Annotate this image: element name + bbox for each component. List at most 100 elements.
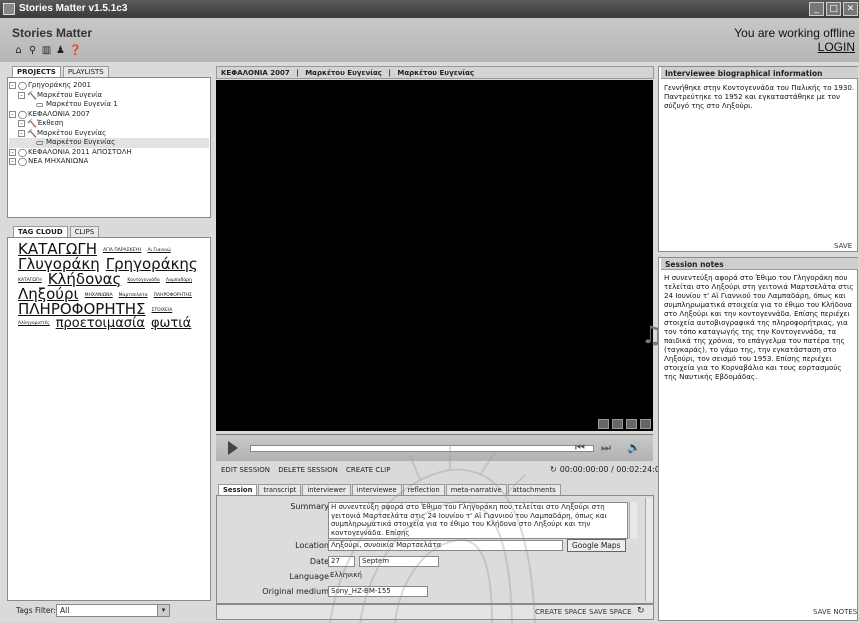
- tag-link[interactable]: ΚΑΤΑΓΩΓΗ: [18, 279, 42, 284]
- rewind-icon[interactable]: ⏮: [572, 440, 588, 455]
- bio-text[interactable]: Γεννήθηκε στην Κοντογεννάδα του Παλικής …: [664, 83, 856, 110]
- project-icon: ◯: [18, 147, 27, 157]
- breadcrumb-interviewee[interactable]: Μαρκέτου Ευγενίας: [305, 69, 382, 77]
- form-scrollbar[interactable]: [645, 498, 653, 601]
- breadcrumb-project[interactable]: ΚΕΦΑΛΟΝΙΑ 2007: [221, 69, 290, 77]
- create-space-button[interactable]: CREATE SPACE: [535, 608, 587, 616]
- tag-cloud: ΚΑΤΑΓΩΓΗ ΑΓΙΑ ΠΑΡΑΣΚΕΥΗ Αι ΓιαννιώΓλυγοράκ…: [18, 242, 208, 331]
- expand-toggle-icon[interactable]: -: [18, 91, 25, 99]
- video-player[interactable]: ♫: [216, 80, 663, 431]
- expand-toggle-icon[interactable]: -: [18, 129, 25, 137]
- search-icon[interactable]: ⚲: [27, 45, 38, 56]
- close-button[interactable]: ✕: [843, 2, 858, 16]
- offline-status: You are working offline: [734, 26, 855, 40]
- timecode-text: 00:00:00:00 / 00:02:24:00: [559, 465, 666, 474]
- expand-toggle-icon[interactable]: -: [9, 158, 16, 165]
- breadcrumb-separator: |: [388, 69, 391, 77]
- tree-item[interactable]: - ◯ ΚΕΦΑΛΟΝΙΑ 2011 ΑΠΟΣΤΟΛΗ: [9, 148, 209, 158]
- app-header: Stories Matter ⌂ ⚲ ▥ ♟ ❓ You are working…: [0, 18, 859, 62]
- fast-forward-icon[interactable]: ⏭: [598, 440, 614, 455]
- tree-item[interactable]: - ◯ ΚΕΦΑΛΟΝΙΑ 2007: [9, 110, 209, 120]
- tag-link[interactable]: Αλληγοριστές: [18, 322, 50, 327]
- play-icon[interactable]: [228, 441, 238, 455]
- user-icon[interactable]: ♟: [55, 45, 66, 56]
- tag-link[interactable]: Αι Γιαννιώ: [147, 249, 170, 254]
- tag-link[interactable]: ΜΗΧΑΝΙΩΝΑ: [85, 294, 113, 299]
- session-icon: ▭: [36, 138, 44, 147]
- save-space-button[interactable]: SAVE SPACE: [589, 608, 632, 616]
- tree-item[interactable]: ▭ Μαρκέτου Ευγενίας: [9, 138, 209, 148]
- expand-toggle-icon[interactable]: -: [9, 148, 16, 156]
- home-icon[interactable]: ⌂: [13, 45, 24, 56]
- tag-link[interactable]: Κοντογεννάδα: [127, 279, 160, 284]
- project-tree: - ◯ Γρηγοράκης 2001- 🔨 Μαρκέτου Ευγενία ▭ Μαρκ…: [9, 81, 209, 167]
- chevron-down-icon[interactable]: ▾: [157, 605, 169, 616]
- summary-scrollbar[interactable]: [629, 502, 637, 539]
- breadcrumb-separator: |: [296, 69, 299, 77]
- notes-heading: Session notes: [661, 258, 858, 270]
- app-title: Stories Matter: [12, 26, 93, 40]
- clock-icon: ↻: [550, 465, 557, 474]
- window-title: Stories Matter v1.5.1c3: [19, 3, 128, 14]
- tree-item-label: Μαρκέτου Ευγενία: [37, 90, 103, 99]
- tag-filter-select[interactable]: All: [56, 604, 170, 617]
- project-icon: ◯: [18, 157, 27, 166]
- tag-link[interactable]: ΑΓΙΑ ΠΑΡΑΣΚΕΥΗ: [103, 249, 141, 254]
- minimize-button[interactable]: _: [809, 2, 824, 16]
- notes-text[interactable]: Η συνεντεύξη αφορά στο Έθιμο του Γληγορά…: [664, 273, 856, 381]
- tree-item-label: ΚΕΦΑΛΟΝΙΑ 2007: [28, 109, 90, 118]
- bio-heading: Interviewee biographical information: [661, 67, 858, 79]
- tree-item[interactable]: - 🔨 Μαρκέτου Ευγενία: [9, 91, 209, 101]
- tag-link[interactable]: Μαρτσελάτα: [119, 294, 148, 299]
- save-notes-button[interactable]: SAVE NOTES: [813, 608, 857, 616]
- next-icon[interactable]: [640, 419, 651, 429]
- tag-filter-label: Tags Filter:: [16, 606, 56, 615]
- tag-link[interactable]: Λαμπαδάρη: [166, 279, 192, 284]
- title-bar: Stories Matter v1.5.1c3 _ □ ✕: [0, 0, 859, 18]
- tree-item-label: ΚΕΦΑΛΟΝΙΑ 2011 ΑΠΟΣΤΟΛΗ: [28, 147, 132, 156]
- tag-link[interactable]: φωτιά: [151, 317, 191, 330]
- prev-icon[interactable]: [626, 419, 637, 429]
- bio-save-button[interactable]: SAVE: [834, 242, 852, 250]
- maximize-button[interactable]: □: [826, 2, 841, 16]
- tree-item-label: Έκθεση: [37, 119, 64, 127]
- tree-item[interactable]: ▭ Μαρκέτου Ευγενία 1: [9, 100, 209, 110]
- header-toolbar: ⌂ ⚲ ▥ ♟ ❓: [13, 45, 81, 56]
- expand-toggle-icon[interactable]: -: [9, 110, 16, 118]
- project-icon: ◯: [18, 109, 27, 119]
- tag-link[interactable]: ΣΤΟΙΧΕΙΑ: [152, 309, 173, 314]
- tag-link[interactable]: ΠΛΗΡΟΦΟΡΗΤΗΣ: [154, 294, 192, 299]
- expand-toggle-icon[interactable]: -: [18, 120, 25, 127]
- login-link[interactable]: LOGIN: [818, 40, 855, 54]
- tree-item-label: ΝΕΑ ΜΗΧΑΝΙΩΝΑ: [28, 157, 89, 165]
- watermark-seal: [329, 445, 536, 623]
- breadcrumb-session[interactable]: Μαρκέτου Ευγενίας: [397, 69, 474, 77]
- tree-item-label: Γρηγοράκης 2001: [28, 81, 91, 89]
- app-icon: [3, 3, 15, 15]
- tree-item-label: Μαρκέτου Ευγενίας: [37, 128, 107, 137]
- interviewee-icon: 🔨: [27, 90, 37, 100]
- fullscreen-icon[interactable]: [612, 419, 623, 429]
- session-icon: ▭: [36, 100, 44, 109]
- volume-icon[interactable]: 🔊: [626, 440, 642, 455]
- edit-session-button[interactable]: EDIT SESSION: [221, 466, 270, 474]
- google-maps-button[interactable]: Google Maps: [567, 539, 626, 552]
- tree-item[interactable]: - 🔨 Έκθεση: [9, 119, 209, 129]
- tree-item[interactable]: - ◯ ΝΕΑ ΜΗΧΑΝΙΩΝΑ: [9, 157, 209, 167]
- project-icon: ◯: [18, 81, 27, 90]
- tree-item[interactable]: - ◯ Γρηγοράκης 2001: [9, 81, 209, 91]
- help-icon[interactable]: ❓: [69, 45, 81, 56]
- tree-item-label: Μαρκέτου Ευγενίας: [46, 138, 116, 146]
- timecode: ↻ 00:00:00:00 / 00:02:24:00: [550, 465, 665, 474]
- refresh-icon[interactable]: ↻: [637, 606, 645, 616]
- subtitle-icon[interactable]: [598, 419, 609, 429]
- interviewee-icon: 🔨: [27, 128, 37, 138]
- app-window: Stories Matter v1.5.1c3 _ □ ✕ Stories Ma…: [0, 0, 859, 623]
- breadcrumb: ΚΕΦΑΛΟΝΙΑ 2007 | Μαρκέτου Ευγενίας | Μαρ…: [216, 66, 654, 79]
- tag-link[interactable]: ΠΛΗΡΟΦΟΡΗΤΗΣ: [18, 302, 146, 317]
- tree-item[interactable]: - 🔨 Μαρκέτου Ευγενίας: [9, 129, 209, 139]
- chart-icon[interactable]: ▥: [41, 45, 52, 56]
- expand-toggle-icon[interactable]: -: [9, 82, 16, 89]
- tree-item-label: Μαρκέτου Ευγενία 1: [46, 100, 118, 108]
- tag-link[interactable]: προετοιμασία: [56, 317, 145, 330]
